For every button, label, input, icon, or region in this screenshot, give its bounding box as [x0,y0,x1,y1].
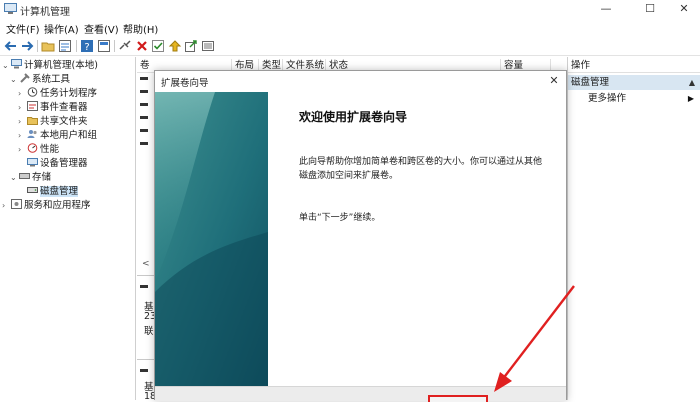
view-icon[interactable] [97,39,111,53]
volume-row[interactable] [140,116,148,119]
clock-icon [27,87,38,97]
disk-row-marker [140,285,148,288]
toolbar-divider [114,40,115,52]
console-tree: ⌄ 计算机管理(本地) ⌄ 系统工具 › 任务计划程序 › 事件查看器 › 共享文件夹 ›… [0,57,136,400]
toolbar: ? [0,36,700,56]
tree-node-services-apps[interactable]: › 服务和应用程序 [2,199,91,213]
tools-icon [20,73,30,83]
tree-node-event-viewer[interactable]: › 事件查看器 [18,101,88,115]
disk-row-marker [140,369,148,372]
volume-row[interactable] [140,90,148,93]
app-icon [4,3,17,14]
connect-icon[interactable] [118,39,132,53]
computer-icon [11,59,22,69]
volume-row[interactable] [140,129,148,132]
wizard-side-banner [155,92,268,386]
svg-text:?: ? [84,42,89,53]
expand-arrow-icon[interactable]: › [18,101,27,115]
delete-icon[interactable] [135,39,149,53]
more-actions-label: 更多操作 [588,93,627,104]
more-actions-item[interactable]: 更多操作 ▶ [568,92,700,106]
wizard-description: 此向导帮助你增加简单卷和跨区卷的大小。你可以通过从其他磁盘添加空间来扩展卷。 [299,157,543,181]
actions-title: 操作 [568,59,700,73]
menu-help[interactable]: 帮助(H) [123,21,158,36]
menu-file[interactable]: 文件(F) [6,21,40,36]
annotation-arrow-icon [494,285,575,392]
volume-row[interactable] [140,142,148,145]
expand-arrow-icon[interactable]: › [2,199,11,213]
wizard-title-bar: 扩展卷向导 ✕ [155,71,566,91]
menu-action[interactable]: 操作(A) [44,21,79,36]
wizard-close-button[interactable]: ✕ [542,71,566,91]
expand-arrow-icon[interactable]: › [18,115,27,129]
window-title: 计算机管理 [20,7,70,18]
users-icon [27,130,37,138]
collapse-arrow-icon[interactable]: ⌄ [10,171,19,185]
help-icon[interactable]: ? [80,39,94,53]
folder-icon[interactable] [41,39,55,53]
device-manager-icon [27,158,38,167]
title-bar: 计算机管理 — ☐ ✕ [0,0,700,18]
actions-section-label: 磁盘管理 [571,77,610,88]
wizard-heading: 欢迎使用扩展卷向导 [299,110,408,124]
volume-row[interactable] [140,103,148,106]
tree-node-root[interactable]: ⌄ 计算机管理(本地) [2,59,98,73]
chevron-right-icon: ▶ [687,94,694,103]
tree-node-disk-management[interactable]: 磁盘管理 [27,185,79,199]
menu-bar: 文件(F) 操作(A) 查看(V) 帮助(H) [0,18,700,36]
back-icon[interactable] [4,39,18,53]
tree-node-shared-folders[interactable]: › 共享文件夹 [18,115,88,129]
disk-status: 联 [144,326,154,337]
shared-folder-icon [27,117,38,125]
expand-arrow-icon[interactable]: › [18,87,27,101]
computer-management-window: 计算机管理 — ☐ ✕ 文件(F) 操作(A) 查看(V) 帮助(H) ? ⌄ 计… [0,0,700,402]
properties-icon[interactable] [58,39,72,53]
forward-icon[interactable] [20,39,34,53]
up-icon[interactable] [168,39,182,53]
tree-node-system-tools[interactable]: ⌄ 系统工具 [10,73,70,87]
tree-node-local-users[interactable]: › 本地用户和组 [18,129,97,143]
event-viewer-icon [27,101,38,111]
actions-section-disk-management[interactable]: 磁盘管理 ▲ [568,75,700,90]
tree-node-performance[interactable]: › 性能 [18,143,59,157]
disk-icon [27,187,38,193]
storage-icon [19,173,30,179]
export-icon[interactable] [184,39,198,53]
minimize-button[interactable]: — [590,0,622,18]
actions-pane: 操作 磁盘管理 ▲ 更多操作 ▶ [567,57,700,400]
performance-icon [27,143,38,153]
toolbar-divider [76,40,77,52]
wizard-title: 扩展卷向导 [161,78,209,89]
menu-view[interactable]: 查看(V) [84,21,119,36]
tree-node-device-manager[interactable]: 设备管理器 [27,157,88,171]
check-icon[interactable] [151,39,165,53]
expand-arrow-icon[interactable]: › [18,129,27,143]
list-view-icon[interactable] [201,39,215,53]
expand-arrow-icon[interactable]: › [18,143,27,157]
close-button[interactable]: ✕ [668,0,700,18]
collapse-up-icon[interactable]: ▲ [689,75,695,90]
services-icon [11,199,22,209]
volume-row[interactable] [140,77,148,80]
toolbar-divider [37,40,38,52]
wizard-continue-hint: 单击“下一步”继续。 [299,213,381,223]
collapse-arrow-icon[interactable]: ⌄ [10,73,19,87]
maximize-button[interactable]: ☐ [634,0,666,18]
next-button-highlight[interactable] [428,395,488,402]
collapse-arrow-icon[interactable]: ⌄ [2,59,11,73]
tree-node-task-scheduler[interactable]: › 任务计划程序 [18,87,97,101]
tree-node-storage[interactable]: ⌄ 存储 [10,171,51,185]
